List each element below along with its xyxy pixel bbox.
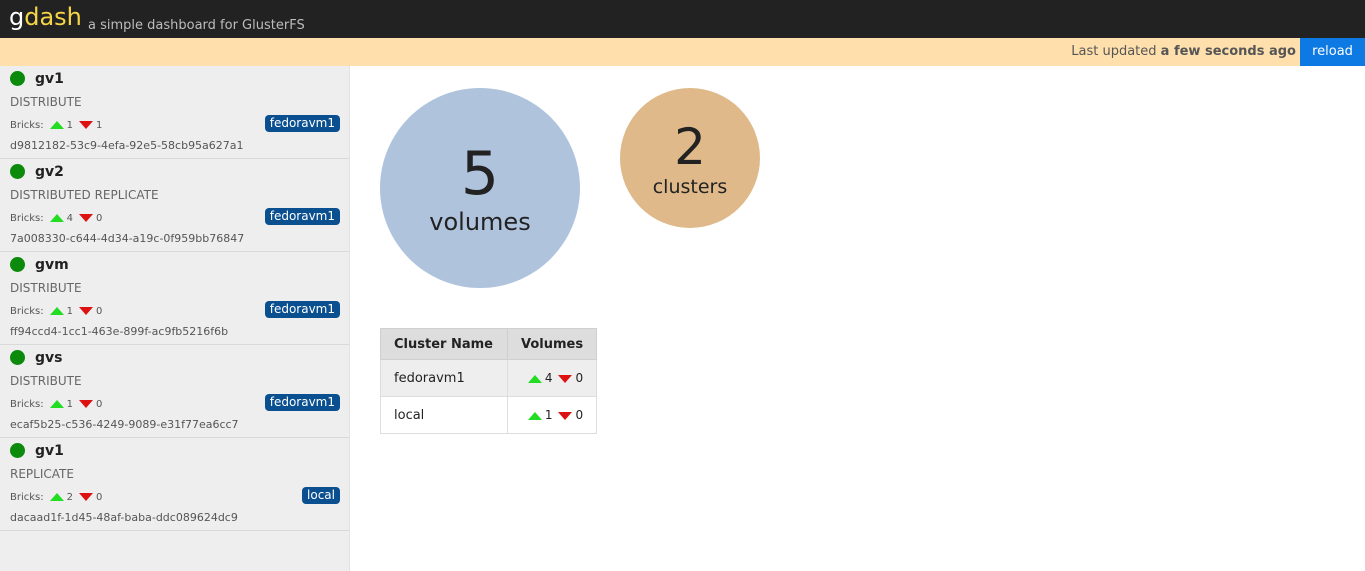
arrow-up-icon bbox=[527, 411, 542, 420]
volume-type: REPLICATE bbox=[10, 467, 74, 481]
bricks-down-count: 0 bbox=[96, 492, 103, 503]
bricks-up-count: 1 bbox=[66, 120, 73, 131]
cluster-badge[interactable]: fedoravm1 bbox=[264, 394, 340, 411]
status-dot-icon bbox=[10, 71, 25, 86]
volume-name: gv1 bbox=[35, 71, 64, 87]
status-dot-icon bbox=[10, 257, 25, 272]
arrow-down-icon bbox=[79, 214, 93, 222]
app-logo[interactable]: gdash bbox=[9, 2, 82, 32]
volumes-counts-cell: 10 bbox=[506, 396, 598, 434]
arrow-up-icon bbox=[527, 374, 542, 383]
volumes-label: volumes bbox=[429, 208, 531, 236]
table-row[interactable]: fedoravm1 40 bbox=[380, 359, 598, 397]
clusters-count: 2 bbox=[674, 118, 706, 176]
bricks-up-count: 1 bbox=[66, 306, 73, 317]
column-header-cluster-name: Cluster Name bbox=[380, 328, 508, 360]
volume-item[interactable]: gvs DISTRIBUTE Bricks: 1 0 ecaf5b25-c536-4… bbox=[0, 345, 349, 438]
table-header-row: Cluster Name Volumes bbox=[380, 328, 598, 360]
volume-list: gv1 DISTRIBUTE Bricks: 1 1 d9812182-53c9-4… bbox=[0, 66, 350, 571]
bricks-status: Bricks: 2 0 bbox=[10, 492, 102, 503]
status-dot-icon bbox=[10, 164, 25, 179]
clusters-label: clusters bbox=[652, 176, 728, 198]
last-updated-time: a few seconds ago bbox=[1160, 44, 1296, 59]
last-updated: Last updated a few seconds ago bbox=[1071, 38, 1296, 66]
bricks-label: Bricks: bbox=[10, 306, 44, 317]
arrow-down-icon bbox=[79, 493, 93, 501]
volume-name: gv1 bbox=[35, 443, 64, 459]
volume-uuid: ecaf5b25-c536-4249-9089-e31f77ea6cc7 bbox=[10, 418, 239, 431]
arrow-up-icon bbox=[49, 214, 64, 222]
volume-type: DISTRIBUTE bbox=[10, 374, 82, 388]
volume-uuid: dacaad1f-1d45-48af-baba-ddc089624dc9 bbox=[10, 511, 238, 524]
volume-type: DISTRIBUTE bbox=[10, 95, 82, 109]
bricks-label: Bricks: bbox=[10, 399, 44, 410]
bricks-status: Bricks: 1 0 bbox=[10, 306, 102, 317]
volume-item[interactable]: gv2 DISTRIBUTED REPLICATE Bricks: 4 0 7a00… bbox=[0, 159, 349, 252]
table-row[interactable]: local 10 bbox=[380, 396, 598, 434]
volumes-down-count: 0 bbox=[575, 371, 584, 385]
bricks-down-count: 0 bbox=[96, 213, 103, 224]
bricks-label: Bricks: bbox=[10, 213, 44, 224]
clusters-count-circle: 2 clusters bbox=[620, 88, 760, 228]
arrow-up-icon bbox=[49, 493, 64, 501]
last-updated-prefix: Last updated bbox=[1071, 44, 1161, 59]
volume-item[interactable]: gvm DISTRIBUTE Bricks: 1 0 ff94ccd4-1cc1-4… bbox=[0, 252, 349, 345]
bricks-up-count: 2 bbox=[66, 492, 73, 503]
volumes-up-count: 4 bbox=[544, 371, 553, 385]
cluster-name-cell: fedoravm1 bbox=[380, 359, 508, 397]
arrow-up-icon bbox=[49, 121, 64, 129]
status-dot-icon bbox=[10, 350, 25, 365]
cluster-badge[interactable]: fedoravm1 bbox=[264, 208, 340, 225]
volume-uuid: ff94ccd4-1cc1-463e-899f-ac9fb5216f6b bbox=[10, 325, 229, 338]
volume-name: gvm bbox=[35, 257, 69, 273]
volumes-up-count: 1 bbox=[544, 408, 553, 422]
bricks-down-count: 0 bbox=[96, 399, 103, 410]
logo-g: g bbox=[9, 3, 25, 31]
volumes-count: 5 bbox=[460, 139, 500, 209]
volumes-count-circle: 5 volumes bbox=[380, 88, 580, 288]
reload-button[interactable]: reload bbox=[1300, 38, 1365, 66]
arrow-down-icon bbox=[558, 411, 573, 420]
bricks-down-count: 1 bbox=[96, 120, 103, 131]
status-dot-icon bbox=[10, 443, 25, 458]
cluster-badge[interactable]: fedoravm1 bbox=[264, 115, 340, 132]
arrow-down-icon bbox=[558, 374, 573, 383]
arrow-up-icon bbox=[49, 307, 64, 315]
bricks-up-count: 4 bbox=[66, 213, 73, 224]
bricks-status: Bricks: 4 0 bbox=[10, 213, 102, 224]
volume-uuid: d9812182-53c9-4efa-92e5-58cb95a627a1 bbox=[10, 139, 244, 152]
cluster-badge[interactable]: fedoravm1 bbox=[264, 301, 340, 318]
volume-name: gv2 bbox=[35, 164, 64, 180]
column-header-volumes: Volumes bbox=[506, 328, 598, 360]
volume-uuid: 7a008330-c644-4d34-a19c-0f959bb76847 bbox=[10, 232, 245, 245]
bricks-up-count: 1 bbox=[66, 399, 73, 410]
volume-type: DISTRIBUTED REPLICATE bbox=[10, 188, 159, 202]
volume-name: gvs bbox=[35, 350, 63, 366]
volume-type: DISTRIBUTE bbox=[10, 281, 82, 295]
bricks-status: Bricks: 1 1 bbox=[10, 120, 102, 131]
volumes-down-count: 0 bbox=[575, 408, 584, 422]
arrow-down-icon bbox=[79, 121, 93, 129]
bricks-down-count: 0 bbox=[96, 306, 103, 317]
logo-dash: dash bbox=[24, 3, 82, 31]
arrow-down-icon bbox=[79, 307, 93, 315]
app-tagline: a simple dashboard for GlusterFS bbox=[88, 18, 305, 33]
cluster-name-cell: local bbox=[380, 396, 508, 434]
bricks-label: Bricks: bbox=[10, 492, 44, 503]
cluster-badge[interactable]: local bbox=[302, 487, 340, 504]
clusters-table: Cluster Name Volumes fedoravm1 40 local … bbox=[380, 328, 598, 434]
volume-item[interactable]: gv1 REPLICATE Bricks: 2 0 dacaad1f-1d45-48… bbox=[0, 438, 349, 531]
bricks-status: Bricks: 1 0 bbox=[10, 399, 102, 410]
arrow-down-icon bbox=[79, 400, 93, 408]
status-bar: Last updated a few seconds ago reload bbox=[0, 38, 1365, 66]
volumes-counts-cell: 40 bbox=[506, 359, 598, 397]
arrow-up-icon bbox=[49, 400, 64, 408]
bricks-label: Bricks: bbox=[10, 120, 44, 131]
volume-item[interactable]: gv1 DISTRIBUTE Bricks: 1 1 d9812182-53c9-4… bbox=[0, 66, 349, 159]
header-bar: gdash a simple dashboard for GlusterFS bbox=[0, 0, 1365, 38]
